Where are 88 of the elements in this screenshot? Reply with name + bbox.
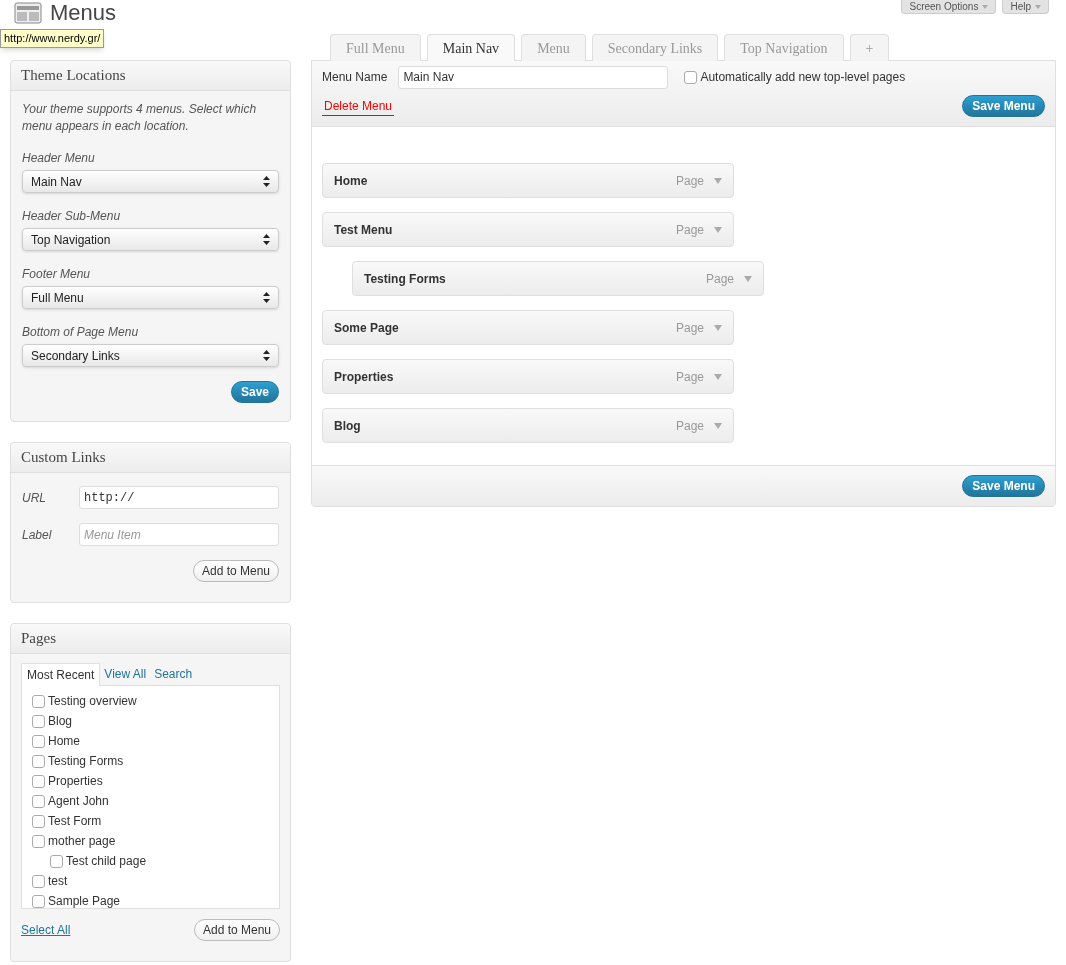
location-select[interactable]: Full Menu [22,286,279,309]
delete-menu-link[interactable]: Delete Menu [322,96,395,116]
select-arrows-icon [263,350,270,361]
select-arrows-icon [263,234,270,245]
caret-icon [982,4,989,9]
caret-icon[interactable] [714,226,722,233]
menu-item-title: Blog [334,417,362,435]
menu-item[interactable]: Properties Page [322,359,734,394]
page-label: Blog [48,713,73,730]
location-label: Footer Menu [22,266,92,283]
page-label: Testing overview [48,693,137,710]
save-menu-button[interactable]: Save Menu [962,95,1045,117]
checkbox[interactable] [32,814,45,828]
checkbox[interactable] [32,834,45,848]
pages-tab[interactable]: View All [100,662,151,685]
menu-item-type: Page [705,270,734,288]
save-menu-button[interactable]: Save Menu [962,475,1045,497]
page-label: mother page [48,833,116,850]
add-to-menu-button[interactable]: Add to Menu [193,919,280,941]
page-label: Testing Forms [48,753,124,770]
auto-add-label: Automatically add new top-level pages [700,69,906,86]
page-label: Sample Page [48,893,121,908]
panel-title: Pages [21,629,56,649]
checkbox[interactable] [32,754,45,768]
tooltip: http://www.nerdy.gr/ [0,29,105,48]
location-label: Bottom of Page Menu [22,324,140,341]
location-select[interactable]: Main Nav [22,170,279,193]
select-all-link[interactable]: Select All [21,921,71,939]
checkbox[interactable] [32,874,45,888]
url-label: URL [22,489,47,507]
checkbox[interactable] [684,70,698,84]
menu-name-label: Menu Name [322,69,388,86]
pages-tab[interactable]: Search [150,662,197,685]
menu-item[interactable]: Test Menu Page [322,212,734,247]
select-arrows-icon [263,292,270,303]
checkbox[interactable] [32,714,45,728]
menu-item-type: Page [675,221,704,239]
page-label: Test Form [48,813,102,830]
menu-item-type: Page [675,417,704,435]
menu-item[interactable]: Blog Page [322,408,734,443]
add-to-menu-button[interactable]: Add to Menu [192,560,279,582]
menu-item-title: Some Page [334,319,400,337]
menu-name-field[interactable]: Main Nav [398,65,669,89]
checkbox[interactable] [32,734,45,748]
caret-icon[interactable] [714,177,722,184]
page-label: Agent John [48,793,109,810]
theme-description: Your theme supports 4 menus. Select which menu appears in each location. [22,101,258,135]
menu-tab[interactable]: Main Nav [426,34,516,61]
pages-tab[interactable]: Most Recent [21,663,101,686]
menu-item-type: Page [675,172,704,190]
caret-icon[interactable] [714,373,722,380]
menu-item-title: Test Menu [334,221,394,239]
label-field[interactable]: Menu Item [79,523,279,546]
panel-title: Theme Locations [21,66,126,86]
page-label: Properties [48,773,103,790]
caret-icon[interactable] [744,275,752,282]
checkbox[interactable] [32,794,45,808]
label-label: Label [22,526,53,544]
save-button[interactable]: Save [230,381,279,403]
page-label: test [48,873,68,890]
menu-item-type: Page [675,368,704,386]
header-tab-button[interactable]: Screen Options [901,0,997,14]
page-label: Test child page [66,853,147,870]
menu-item-title: Home [334,172,369,190]
select-arrows-icon [263,176,270,187]
menu-item-title: Properties [334,368,395,386]
checkbox[interactable] [32,774,45,788]
url-field[interactable]: http:// [79,486,279,509]
menu-item[interactable]: Testing Forms Page [352,261,764,296]
menu-item-type: Page [675,319,704,337]
caret-icon [1035,4,1041,9]
caret-icon[interactable] [714,324,722,331]
checkbox[interactable] [32,694,45,708]
menu-item-title: Testing Forms [364,270,447,288]
location-label: Header Sub-Menu [22,208,122,225]
location-label: Header Menu [22,150,96,167]
menu-item[interactable]: Home Page [322,163,734,198]
menu-item[interactable]: Some Page Page [322,310,734,345]
panel-title: Custom Links [21,448,106,468]
page-label: Home [48,733,80,750]
header-tab-button[interactable]: Help [1002,0,1049,14]
location-select[interactable]: Top Navigation [22,228,279,251]
menus-icon [14,2,42,24]
checkbox[interactable] [50,854,63,868]
checkbox[interactable] [32,894,45,908]
page-title: Menus [50,2,117,24]
caret-icon[interactable] [714,422,722,429]
location-select[interactable]: Secondary Links [22,344,279,367]
